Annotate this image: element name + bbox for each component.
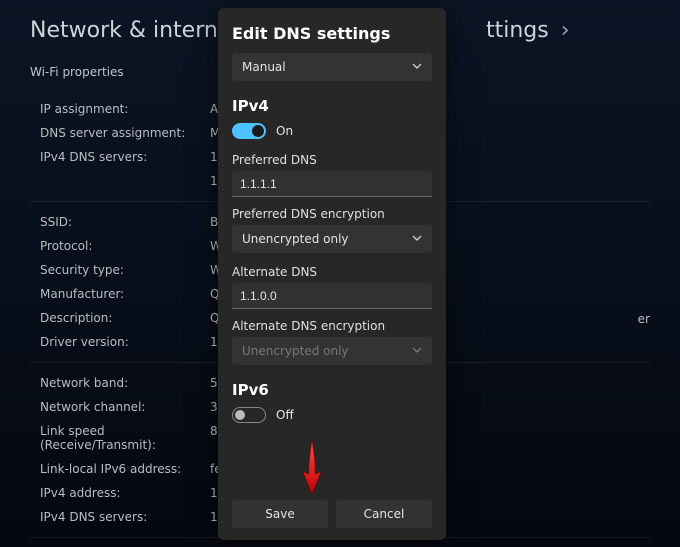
property-label: Link-local IPv6 address:: [40, 462, 210, 476]
property-label: Driver version:: [40, 335, 210, 349]
cancel-button[interactable]: Cancel: [336, 500, 432, 528]
property-label: Manufacturer:: [40, 287, 210, 301]
property-label: IPv4 address:: [40, 486, 210, 500]
ipv4-toggle[interactable]: [232, 123, 266, 139]
alternate-dns-label: Alternate DNS: [232, 265, 432, 279]
alternate-dns-encryption-select[interactable]: Unencrypted only: [232, 337, 432, 365]
property-label: Protocol:: [40, 239, 210, 253]
ipv6-toggle-label: Off: [276, 408, 294, 422]
property-label: IP assignment:: [40, 102, 210, 116]
property-label: DNS server assignment:: [40, 126, 210, 140]
edit-dns-dialog: Edit DNS settings Manual IPv4 On Preferr…: [218, 8, 446, 540]
dns-mode-select[interactable]: Manual: [232, 53, 432, 81]
chevron-down-icon: [412, 232, 422, 246]
breadcrumb-left: Network & internet: [30, 18, 240, 43]
alternate-dns-encryption-label: Alternate DNS encryption: [232, 319, 432, 333]
preferred-dns-encryption-label: Preferred DNS encryption: [232, 207, 432, 221]
dns-mode-value: Manual: [242, 60, 286, 74]
property-label: Network channel:: [40, 400, 210, 414]
preferred-dns-encryption-select[interactable]: Unencrypted only: [232, 225, 432, 253]
property-label: Description:: [40, 311, 210, 325]
chevron-down-icon: [412, 344, 422, 358]
property-label: IPv4 DNS servers:: [40, 510, 210, 524]
property-label: Network band:: [40, 376, 210, 390]
property-label: Link speed (Receive/Transmit):: [40, 424, 210, 452]
preferred-dns-input[interactable]: [232, 171, 432, 197]
preferred-dns-label: Preferred DNS: [232, 153, 432, 167]
property-label: SSID:: [40, 215, 210, 229]
edit-link-fragment: er: [638, 312, 650, 326]
alternate-dns-input[interactable]: [232, 283, 432, 309]
property-label: IPv4 DNS servers:: [40, 150, 210, 164]
dialog-title: Edit DNS settings: [232, 24, 432, 43]
property-label: [40, 174, 210, 188]
ipv4-heading: IPv4: [232, 97, 432, 115]
alternate-dns-encryption-value: Unencrypted only: [242, 344, 349, 358]
breadcrumb-right: ttings: [486, 18, 549, 43]
save-button[interactable]: Save: [232, 500, 328, 528]
ipv6-heading: IPv6: [232, 381, 432, 399]
ipv6-toggle[interactable]: [232, 407, 266, 423]
ipv4-toggle-label: On: [276, 124, 293, 138]
chevron-down-icon: [412, 60, 422, 74]
property-label: Security type:: [40, 263, 210, 277]
preferred-dns-encryption-value: Unencrypted only: [242, 232, 349, 246]
chevron-right-icon: ›: [561, 18, 570, 43]
